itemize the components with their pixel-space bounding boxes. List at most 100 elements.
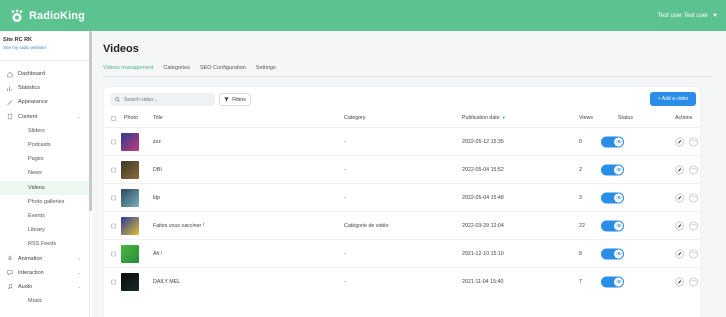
more-icon: ⋯ — [691, 222, 696, 229]
pencil-icon — [678, 167, 682, 171]
eye-icon — [614, 277, 623, 286]
sort-down-icon: ▼ — [501, 115, 506, 120]
more-options-button[interactable]: ⋯ — [689, 249, 698, 258]
table-row[interactable]: Ah ! - 2021-12-10 15:10 8 ⋯ — [104, 239, 700, 267]
more-icon: ⋯ — [691, 194, 696, 201]
more-options-button[interactable]: ⋯ — [689, 221, 698, 230]
status-toggle[interactable] — [601, 136, 624, 147]
sidebar-item-sliders[interactable]: Sliders — [0, 124, 89, 138]
video-category: - — [344, 194, 346, 201]
column-category[interactable]: Category — [344, 115, 366, 121]
more-options-button[interactable]: ⋯ — [689, 193, 698, 202]
video-title[interactable]: Ah ! — [153, 251, 162, 257]
video-thumbnail[interactable] — [121, 189, 139, 207]
sidebar-item-library[interactable]: Library — [0, 223, 89, 237]
more-options-button[interactable]: ⋯ — [689, 137, 698, 146]
sidebar-item-appearance[interactable]: Appearance — [0, 95, 89, 109]
video-thumbnail[interactable] — [121, 245, 139, 263]
sidebar-item-statistics[interactable]: Statistics — [0, 81, 89, 95]
status-toggle[interactable] — [601, 220, 624, 231]
sidebar-item-audio[interactable]: Audio ⌄ — [0, 280, 89, 294]
search-icon — [115, 97, 120, 102]
status-toggle[interactable] — [601, 248, 624, 259]
table-row[interactable]: DAILY MEL - 2021-11-04 15:40 7 ⋯ — [104, 267, 700, 295]
filter-icon — [224, 97, 229, 102]
main-content: Videos Videos management Categories SEO Co… — [92, 31, 726, 317]
table-row[interactable]: zzz - 2022-05-12 15:35 0 ⋯ — [104, 127, 700, 155]
video-thumbnail[interactable] — [121, 133, 139, 151]
sidebar-item-animation[interactable]: Animation ⌄ — [0, 251, 89, 265]
video-thumbnail[interactable] — [121, 161, 139, 179]
video-thumbnail[interactable] — [121, 217, 139, 235]
sidebar-item-events[interactable]: Events — [0, 209, 89, 223]
edit-button[interactable] — [675, 193, 684, 202]
sidebar-item-dashboard[interactable]: Dashboard — [0, 67, 89, 81]
brand[interactable]: RadioKing — [10, 9, 85, 23]
edit-button[interactable] — [675, 221, 684, 230]
sidebar-item-music[interactable]: Music — [0, 294, 89, 308]
table-row[interactable]: DBI - 2022-05-04 15:52 2 ⋯ — [104, 155, 700, 183]
sidebar-nav: Dashboard Statistics Appearance Content ⌄ Sli… — [0, 61, 89, 308]
video-title[interactable]: ldp — [153, 195, 160, 201]
mic-icon — [6, 255, 13, 262]
column-photo: Photo — [124, 115, 138, 121]
edit-button[interactable] — [675, 249, 684, 258]
video-title[interactable]: DBI — [153, 167, 162, 173]
chevron-down-icon: ⌄ — [77, 283, 81, 289]
status-toggle[interactable] — [601, 276, 624, 287]
sidebar-item-rss-feeds[interactable]: RSS Feeds — [0, 237, 89, 251]
row-checkbox[interactable] — [111, 279, 116, 284]
pencil-icon — [678, 251, 682, 255]
see-website-link[interactable]: See my radio website — [3, 45, 86, 50]
chevron-down-icon: ⌄ — [77, 269, 81, 275]
video-title[interactable]: DAILY MEL — [153, 279, 180, 285]
row-checkbox[interactable] — [111, 223, 116, 228]
more-options-button[interactable]: ⋯ — [689, 165, 698, 174]
select-all-checkbox[interactable] — [111, 116, 116, 121]
video-category: - — [344, 166, 346, 173]
eye-icon — [614, 249, 623, 258]
chevron-down-icon: ▼ — [712, 12, 718, 19]
sidebar-item-podcasts[interactable]: Podcasts — [0, 138, 89, 152]
row-checkbox[interactable] — [111, 195, 116, 200]
add-video-button[interactable]: + Add a video — [650, 92, 696, 106]
video-thumbnail[interactable] — [121, 273, 139, 291]
sidebar-item-pages[interactable]: Pages — [0, 152, 89, 166]
sidebar-item-label: RSS Feeds — [28, 241, 57, 248]
sidebar-item-content[interactable]: Content ⌄ — [0, 110, 89, 124]
filters-label: Filters — [232, 96, 246, 103]
status-toggle[interactable] — [601, 164, 624, 175]
sidebar-item-videos[interactable]: Videos — [0, 180, 89, 195]
search-box[interactable] — [110, 93, 215, 106]
search-input[interactable] — [124, 96, 214, 103]
row-checkbox[interactable] — [111, 167, 116, 172]
user-menu[interactable]: Test user Test user ▼ — [658, 13, 718, 19]
site-name: Site RC RK — [3, 37, 33, 43]
column-title[interactable]: Title — [153, 115, 163, 121]
table-row[interactable]: ldp - 2022-05-04 15:48 3 ⋯ — [104, 183, 700, 211]
table-row[interactable]: Faites vous vacciner ! Catégorie de vidéo… — [104, 211, 700, 239]
more-options-button[interactable]: ⋯ — [689, 277, 698, 286]
row-checkbox[interactable] — [111, 139, 116, 144]
sidebar-item-label: Music — [28, 298, 43, 305]
video-publication-date: 2022-05-04 15:52 — [462, 166, 504, 173]
edit-button[interactable] — [675, 277, 684, 286]
sidebar-item-news[interactable]: News — [0, 166, 89, 180]
row-checkbox[interactable] — [111, 251, 116, 256]
sidebar-item-photo-galleries[interactable]: Photo galleries — [0, 195, 89, 209]
edit-button[interactable] — [675, 137, 684, 146]
column-publication-date[interactable]: Publication date ▼ — [462, 115, 506, 121]
edit-button[interactable] — [675, 165, 684, 174]
eye-icon — [614, 137, 623, 146]
sidebar-item-label: Audio — [18, 283, 33, 290]
status-toggle[interactable] — [601, 192, 624, 203]
chat-icon — [6, 269, 13, 276]
sidebar-item-interaction[interactable]: Interaction ⌄ — [0, 266, 89, 280]
column-views[interactable]: Views — [579, 115, 593, 121]
sidebar-item-label: Events — [28, 212, 45, 219]
user-name: Test user Test user — [657, 12, 709, 19]
filters-button[interactable]: Filters — [219, 93, 251, 106]
video-title[interactable]: zzz — [153, 139, 161, 145]
more-icon: ⋯ — [691, 250, 696, 257]
video-title[interactable]: Faites vous vacciner ! — [153, 223, 204, 229]
